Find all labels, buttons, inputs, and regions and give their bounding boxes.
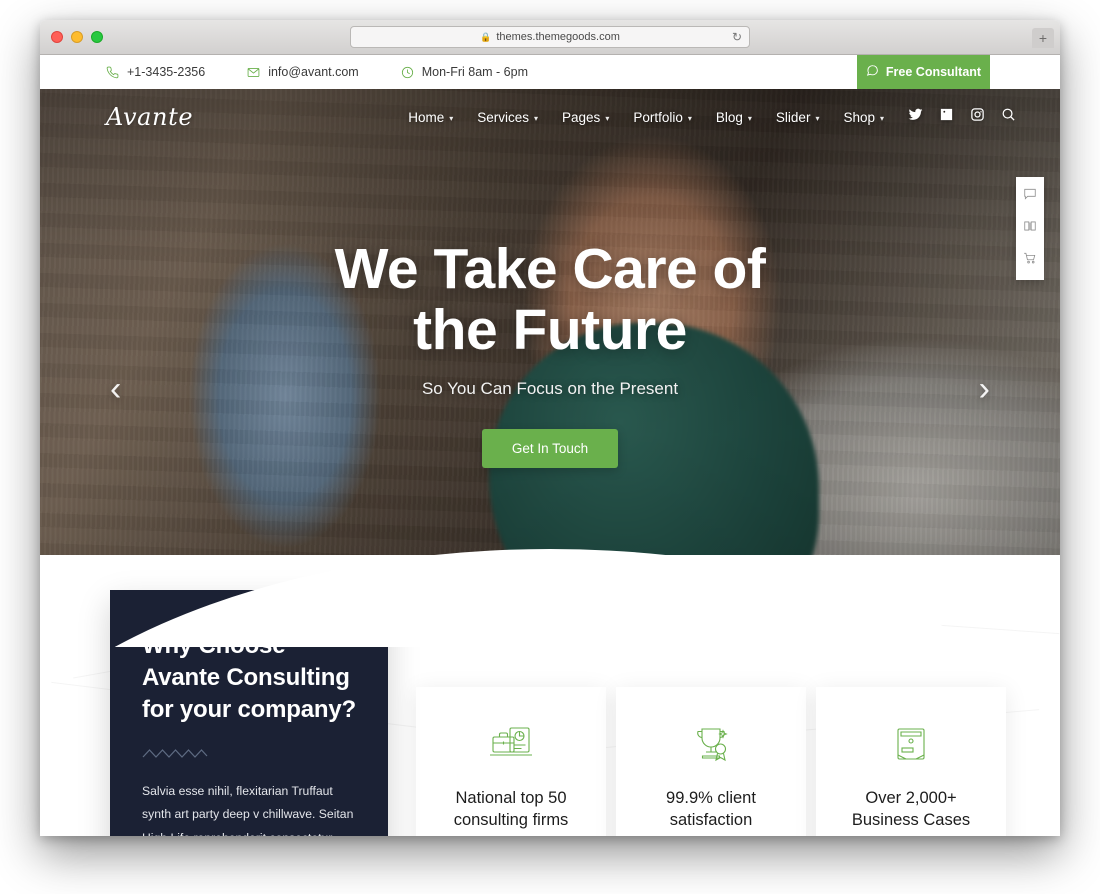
feature-card[interactable]: Over 2,000+ Business Cases We take pride… [816, 687, 1006, 836]
chevron-down-icon: ▾ [815, 113, 820, 123]
nav-item-slider[interactable]: Slider ▾ [776, 110, 820, 125]
close-window-button[interactable] [51, 31, 63, 43]
chevron-down-icon: ▾ [449, 113, 454, 123]
url-text: themes.themegoods.com [496, 31, 620, 43]
clock-icon [401, 66, 414, 79]
phone-icon [106, 66, 119, 79]
nav-item-services-label: Services [477, 109, 530, 125]
open-book-icon[interactable] [1023, 219, 1037, 238]
trophy-award-icon [634, 717, 788, 771]
nav-item-shop-label: Shop [843, 109, 875, 125]
hero-content: We Take Care of the Future So You Can Fo… [40, 239, 1060, 468]
nav-item-blog-label: Blog [715, 109, 743, 125]
maximize-window-button[interactable] [91, 31, 103, 43]
address-bar[interactable]: 🔒 themes.themegoods.com ↻ [350, 26, 750, 48]
feature-card-title: 99.9% client satisfaction [666, 789, 756, 830]
chevron-down-icon: ▾ [747, 113, 752, 123]
hero-title: We Take Care of the Future [40, 239, 1060, 361]
new-tab-button[interactable]: + [1032, 28, 1054, 48]
screenshot-root: 🔒 themes.themegoods.com ↻ + +1-3435-2356 [0, 0, 1100, 894]
feature-card-list: National top 50 consulting firms Consist… [416, 687, 1006, 836]
window-controls[interactable] [51, 31, 103, 43]
hero-subtitle: So You Can Focus on the Present [421, 378, 679, 398]
shopping-cart-icon[interactable] [1023, 251, 1037, 270]
chevron-down-icon: ▾ [879, 113, 884, 123]
top-info-bar: +1-3435-2356 info@avant.com Mon-Fri 8am … [40, 55, 1060, 89]
contact-email[interactable]: info@avant.com [247, 65, 359, 79]
nav-item-home-label: Home [408, 109, 445, 125]
instagram-icon[interactable] [970, 107, 985, 127]
slider-next-arrow[interactable]: › [979, 372, 990, 406]
feature-card-title: National top 50 consulting firms [453, 789, 569, 830]
site-navigation: Avante Home ▾ Services ▾ Pages ▾ Portfol… [40, 89, 1060, 145]
feature-card[interactable]: 99.9% client satisfaction Dedicated to p… [616, 687, 806, 836]
feature-card[interactable]: National top 50 consulting firms Consist… [416, 687, 606, 836]
reload-icon[interactable]: ↻ [732, 31, 742, 43]
contact-phone-text: +1-3435-2356 [127, 65, 206, 79]
envelope-case-icon [834, 717, 988, 771]
search-icon[interactable] [1001, 107, 1016, 127]
contact-phone[interactable]: +1-3435-2356 [106, 65, 205, 79]
lock-icon: 🔒 [480, 31, 492, 42]
why-choose-body: Salvia esse nihil, flexitarian Truffaut … [142, 783, 354, 836]
browser-chrome: 🔒 themes.themegoods.com ↻ + [40, 20, 1060, 55]
linkedin-icon[interactable] [939, 107, 954, 127]
hero-title-line-1: We Take Care of [334, 237, 766, 301]
free-consultant-button[interactable]: Free Consultant [857, 55, 990, 89]
hero-title-line-2: the Future [413, 297, 687, 362]
main-menu: Home ▾ Services ▾ Pages ▾ Portfolio ▾ Bl… [408, 110, 884, 125]
chevron-down-icon: ▾ [687, 113, 692, 123]
chat-bubble-icon [866, 64, 879, 80]
contact-email-text: info@avant.com [268, 65, 359, 79]
twitter-icon[interactable] [908, 107, 923, 127]
zigzag-divider [142, 746, 208, 758]
briefcase-document-icon [434, 717, 588, 771]
chevron-down-icon: ▾ [534, 113, 539, 123]
nav-item-portfolio[interactable]: Portfolio ▾ [633, 110, 692, 125]
side-widget-panel [1016, 177, 1044, 280]
chevron-down-icon: ▾ [605, 113, 610, 123]
nav-item-portfolio-label: Portfolio [633, 109, 683, 125]
nav-item-services[interactable]: Services ▾ [477, 110, 538, 125]
nav-item-blog[interactable]: Blog ▾ [716, 110, 752, 125]
browser-window: 🔒 themes.themegoods.com ↻ + +1-3435-2356 [40, 20, 1060, 836]
slider-prev-arrow[interactable]: ‹ [110, 372, 121, 406]
nav-item-home[interactable]: Home ▾ [408, 110, 453, 125]
nav-item-pages[interactable]: Pages ▾ [562, 110, 609, 125]
contact-hours-text: Mon-Fri 8am - 6pm [421, 65, 528, 79]
contact-hours: Mon-Fri 8am - 6pm [401, 65, 528, 79]
contact-list: +1-3435-2356 info@avant.com Mon-Fri 8am … [40, 65, 528, 79]
page-viewport: +1-3435-2356 info@avant.com Mon-Fri 8am … [40, 55, 1060, 836]
chat-bubble-icon[interactable] [1023, 187, 1037, 206]
free-consultant-label: Free Consultant [885, 65, 982, 79]
get-in-touch-button[interactable]: Get In Touch [481, 428, 619, 468]
feature-card-title: Over 2,000+ Business Cases [851, 789, 971, 830]
topbar-spacer [990, 55, 1060, 89]
social-links [908, 107, 1016, 127]
minimize-window-button[interactable] [71, 31, 83, 43]
nav-item-slider-label: Slider [775, 109, 811, 125]
nav-item-shop[interactable]: Shop ▾ [843, 110, 884, 125]
site-logo[interactable]: Avante [106, 103, 193, 131]
nav-item-pages-label: Pages [562, 109, 601, 125]
envelope-icon [247, 66, 260, 79]
